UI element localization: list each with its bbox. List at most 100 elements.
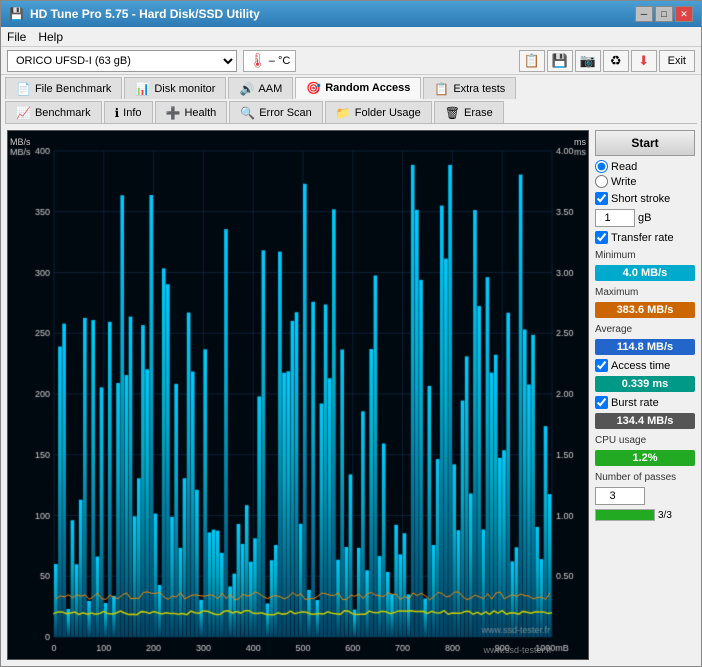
tabs-row1: 📄 File Benchmark 📊 Disk monitor 🔊 AAM 🎯 … <box>1 75 701 99</box>
progress-bar-container <box>595 509 655 521</box>
write-radio[interactable] <box>595 175 608 188</box>
minimum-label: Minimum <box>595 250 695 261</box>
burst-rate-value: 134.4 MB/s <box>595 413 695 429</box>
drive-select[interactable]: ORICO UFSD-I (63 gB) <box>7 50 237 72</box>
transfer-rate-checkbox[interactable] <box>595 231 608 244</box>
tab-aam[interactable]: 🔊 AAM <box>228 77 293 99</box>
transfer-rate-row: Transfer rate <box>595 231 695 244</box>
read-radio-row: Read <box>595 160 695 173</box>
file-benchmark-icon: 📄 <box>16 82 31 96</box>
main-window: 💾 HD Tune Pro 5.75 - Hard Disk/SSD Utili… <box>0 0 702 667</box>
tab-disk-monitor-label: Disk monitor <box>154 83 215 95</box>
short-stroke-unit: gB <box>638 212 651 224</box>
side-panel: Start Read Write Short stroke gB <box>595 130 695 660</box>
menu-help[interactable]: Help <box>38 30 63 44</box>
write-radio-row: Write <box>595 175 695 188</box>
title-bar-left: 💾 HD Tune Pro 5.75 - Hard Disk/SSD Utili… <box>9 7 260 21</box>
tab-erase[interactable]: 🗑 Erase <box>434 101 504 123</box>
tab-benchmark-label: Benchmark <box>35 107 91 119</box>
window-title: HD Tune Pro 5.75 - Hard Disk/SSD Utility <box>30 7 260 21</box>
tab-error-scan[interactable]: 🔍 Error Scan <box>229 101 323 123</box>
progress-bar-fill <box>596 510 654 520</box>
random-access-icon: 🎯 <box>306 81 321 95</box>
minimum-value: 4.0 MB/s <box>595 265 695 281</box>
toolbar-icon-recycle[interactable]: ♻ <box>603 50 629 72</box>
passes-spin-row <box>595 487 695 505</box>
minimize-button[interactable]: ─ <box>635 6 653 22</box>
y-axis-left-title: MB/s <box>10 137 31 147</box>
temp-icon: 🌡 <box>249 52 267 69</box>
tab-file-benchmark-label: File Benchmark <box>35 83 111 95</box>
benchmark-icon: 📈 <box>16 106 31 120</box>
read-radio[interactable] <box>595 160 608 173</box>
tab-extra-tests[interactable]: 📋 Extra tests <box>423 77 516 99</box>
health-icon: ➕ <box>166 106 181 120</box>
toolbar-icons: 📋 💾 📷 ♻ ⬇ Exit <box>519 50 695 72</box>
tab-info[interactable]: ℹ Info <box>104 101 153 123</box>
tab-file-benchmark[interactable]: 📄 File Benchmark <box>5 77 122 99</box>
toolbar: ORICO UFSD-I (63 gB) 🌡 – °C 📋 💾 📷 ♻ ⬇ Ex… <box>1 47 701 75</box>
access-time-checkbox[interactable] <box>595 359 608 372</box>
temp-display: 🌡 – °C <box>243 50 296 72</box>
short-stroke-row: Short stroke <box>595 192 695 205</box>
average-value: 114.8 MB/s <box>595 339 695 355</box>
tab-folder-usage-label: Folder Usage <box>355 107 421 119</box>
cpu-usage-value: 1.2% <box>595 450 695 466</box>
read-label: Read <box>611 161 637 173</box>
chart-container: MB/s ms www.ssd-tester.fr <box>7 130 589 660</box>
average-label: Average <box>595 324 695 335</box>
access-time-row: Access time <box>595 359 695 372</box>
tabs-row2: 📈 Benchmark ℹ Info ➕ Health 🔍 Error Scan… <box>1 99 701 123</box>
tab-extra-tests-label: Extra tests <box>453 83 505 95</box>
access-time-label: Access time <box>611 360 670 372</box>
title-bar: 💾 HD Tune Pro 5.75 - Hard Disk/SSD Utili… <box>1 1 701 27</box>
maximize-button[interactable]: □ <box>655 6 673 22</box>
tab-random-access-label: Random Access <box>325 82 410 94</box>
short-stroke-checkbox[interactable] <box>595 192 608 205</box>
error-scan-icon: 🔍 <box>240 106 255 120</box>
close-button[interactable]: ✕ <box>675 6 693 22</box>
short-stroke-spin-row: gB <box>595 209 695 227</box>
progress-row: 3/3 <box>595 509 695 521</box>
short-stroke-label: Short stroke <box>611 193 670 205</box>
tab-aam-label: AAM <box>258 83 282 95</box>
menu-bar: File Help <box>1 27 701 47</box>
erase-icon: 🗑 <box>445 106 460 120</box>
burst-rate-checkbox[interactable] <box>595 396 608 409</box>
toolbar-icon-copy[interactable]: 📋 <box>519 50 545 72</box>
y-axis-right-title: ms <box>574 137 586 147</box>
toolbar-icon-camera[interactable]: 📷 <box>575 50 601 72</box>
maximum-value: 383.6 MB/s <box>595 302 695 318</box>
progress-text: 3/3 <box>658 510 672 521</box>
info-icon: ℹ <box>115 106 120 120</box>
cpu-usage-label: CPU usage <box>595 435 695 446</box>
exit-button[interactable]: Exit <box>659 50 695 72</box>
title-bar-controls: ─ □ ✕ <box>635 6 693 22</box>
app-icon: 💾 <box>9 7 24 21</box>
watermark: www.ssd-tester.fr <box>483 645 552 655</box>
access-time-value: 0.339 ms <box>595 376 695 392</box>
tab-info-label: Info <box>123 107 141 119</box>
toolbar-icon-save[interactable]: 💾 <box>547 50 573 72</box>
transfer-rate-label: Transfer rate <box>611 232 674 244</box>
extra-tests-icon: 📋 <box>434 82 449 96</box>
tab-erase-label: Erase <box>464 107 493 119</box>
burst-rate-row: Burst rate <box>595 396 695 409</box>
temp-value: – °C <box>269 55 291 67</box>
toolbar-icon-download[interactable]: ⬇ <box>631 50 657 72</box>
menu-file[interactable]: File <box>7 30 26 44</box>
tab-folder-usage[interactable]: 📁 Folder Usage <box>325 101 432 123</box>
tab-random-access[interactable]: 🎯 Random Access <box>295 77 421 99</box>
aam-icon: 🔊 <box>239 82 254 96</box>
folder-usage-icon: 📁 <box>336 106 351 120</box>
tab-disk-monitor[interactable]: 📊 Disk monitor <box>124 77 226 99</box>
tab-benchmark[interactable]: 📈 Benchmark <box>5 101 102 123</box>
read-write-group: Read Write <box>595 160 695 188</box>
content-area: MB/s ms www.ssd-tester.fr Start Read Wri… <box>1 124 701 666</box>
passes-input[interactable] <box>595 487 645 505</box>
start-button[interactable]: Start <box>595 130 695 156</box>
short-stroke-input[interactable] <box>595 209 635 227</box>
tab-health[interactable]: ➕ Health <box>155 101 228 123</box>
burst-rate-label: Burst rate <box>611 397 659 409</box>
tab-health-label: Health <box>184 107 216 119</box>
